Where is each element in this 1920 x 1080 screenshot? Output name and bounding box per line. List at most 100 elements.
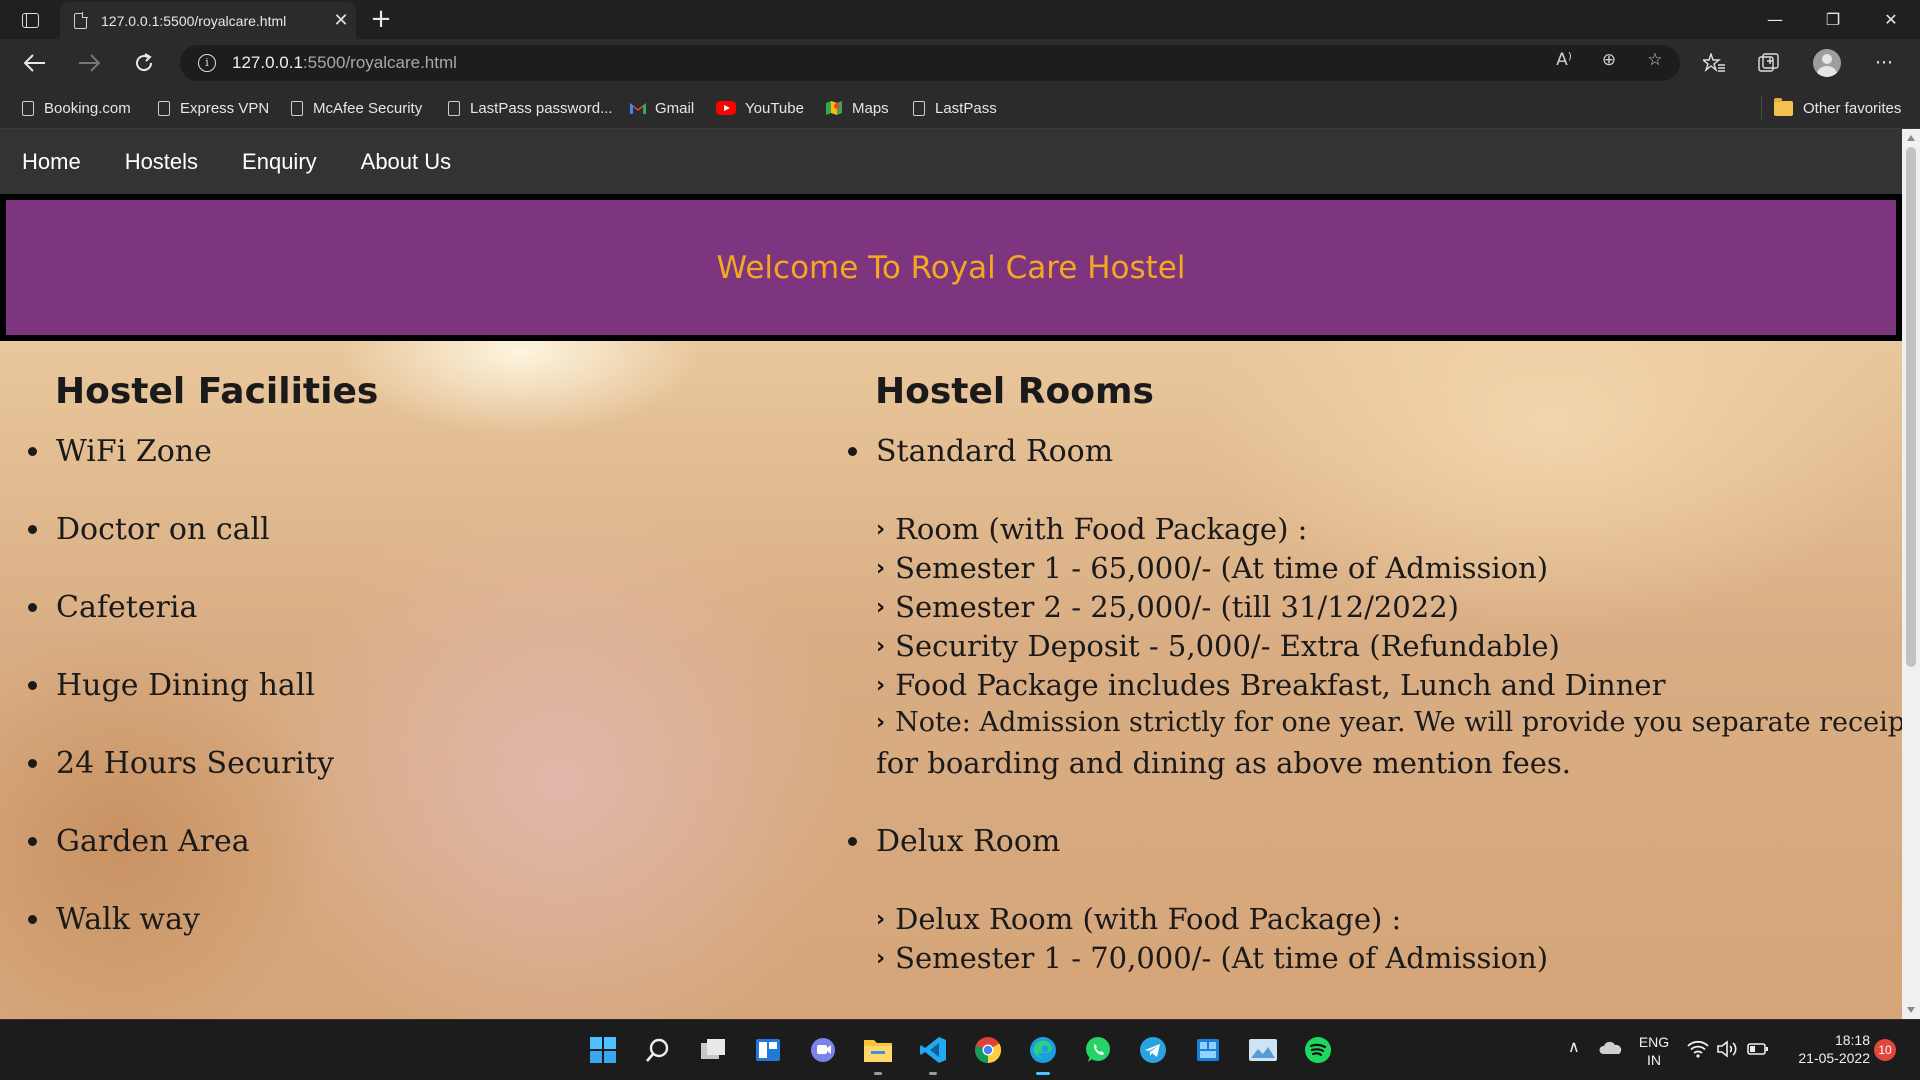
favorites-icon[interactable] [1696,47,1732,79]
language-indicator[interactable]: ENG IN [1636,1033,1672,1069]
language-label: ENG [1638,1034,1670,1050]
page-viewport: Home Hostels Enquiry About Us Welcome To… [0,129,1902,1019]
favorite-label: Maps [852,99,889,117]
site-info-icon[interactable]: i [198,54,216,72]
onedrive-icon[interactable] [1598,1036,1622,1060]
room-type-label: Standard Room [876,434,1114,469]
new-tab-button[interactable]: + [366,4,396,34]
facility-label: WiFi Zone [56,434,212,469]
room-detail-text: Semester 2 - 25,000/- (till 31/12/2022) [895,590,1459,624]
room-detail-text: Note: Admission strictly for one year. W… [895,707,1902,738]
browser-tab[interactable]: 127.0.0.1:5500/royalcare.html ✕ [60,2,356,39]
favorite-label: Express VPN [180,99,270,117]
settings-more-icon[interactable]: ··· [1866,47,1902,79]
room-detail: › Delux Room (with Food Package) : [876,902,1401,936]
room-detail-text: Food Package includes Breakfast, Lunch a… [895,668,1666,702]
back-arrow-icon[interactable] [17,46,53,80]
maps-icon [825,99,843,117]
chrome-icon[interactable] [972,1034,1004,1066]
vscode-icon[interactable] [917,1034,949,1075]
content-section: Hostel Facilities WiFi Zone Doctor on ca… [0,341,1902,1019]
facility-item: Cafeteria [28,590,197,625]
scroll-down-icon[interactable] [1907,1007,1915,1013]
rooms-heading: Hostel Rooms [875,371,1154,412]
facility-label: Garden Area [56,824,250,859]
restore-button[interactable]: ❐ [1804,0,1862,39]
close-window-button[interactable]: ✕ [1862,0,1920,39]
facility-label: 24 Hours Security [56,746,334,781]
rooms-column: Hostel Rooms Standard Room › Room (with F… [820,341,1902,1019]
chevron-right-icon: › [876,672,886,698]
favorite-label: YouTube [745,99,804,117]
collections-icon[interactable] [1751,47,1787,79]
room-type-delux: Delux Room [848,824,1060,859]
task-view-icon[interactable] [697,1034,729,1066]
favorite-label: Gmail [655,99,695,117]
wifi-icon[interactable] [1686,1038,1710,1060]
address-host: 127.0.0.1 [232,53,303,72]
telegram-icon[interactable] [1137,1034,1169,1066]
date-label: 21-05-2022 [1798,1050,1870,1066]
favorite-lastpass-password[interactable]: LastPass password... [448,97,613,119]
refresh-icon[interactable] [126,46,162,80]
favorite-express-vpn[interactable]: Express VPN [158,97,269,119]
favorite-youtube[interactable]: YouTube [716,97,804,119]
close-tab-icon[interactable]: ✕ [326,10,356,31]
minimize-button[interactable]: — [1746,0,1804,39]
nav-link-enquiry[interactable]: Enquiry [242,149,317,175]
taskbar: ∧ ENG IN 18:18 21-05-2022 [0,1019,1920,1080]
favorite-mcafee[interactable]: McAfee Security [291,97,422,119]
room-detail: › Semester 2 - 25,000/- (till 31/12/2022) [876,590,1459,624]
address-bar[interactable]: i 127.0.0.1:5500/royalcare.html [180,45,1680,81]
address-path: :5500/royalcare.html [302,53,457,72]
favorite-gmail[interactable]: Gmail [629,97,694,119]
page-scrollbar[interactable] [1902,129,1920,1019]
tab-title: 127.0.0.1:5500/royalcare.html [101,12,287,29]
room-detail: › Food Package includes Breakfast, Lunch … [876,668,1665,702]
file-explorer-icon[interactable] [862,1034,894,1075]
read-aloud-icon[interactable]: A⁾ [1550,50,1578,70]
volume-icon[interactable] [1716,1038,1740,1060]
search-icon[interactable] [642,1034,674,1066]
store-app-icon[interactable] [1192,1034,1224,1066]
room-detail: › Room (with Food Package) : [876,512,1307,546]
profile-avatar[interactable] [1809,47,1845,79]
nav-link-hostels[interactable]: Hostels [125,149,198,175]
whatsapp-icon[interactable] [1082,1034,1114,1066]
facility-item: WiFi Zone [28,434,212,469]
favorite-lastpass[interactable]: LastPass [913,97,997,119]
forward-arrow-icon[interactable] [71,46,107,80]
facility-label: Huge Dining hall [56,668,315,703]
spotify-icon[interactable] [1302,1034,1334,1066]
nav-link-about-us[interactable]: About Us [361,149,452,175]
page-icon [913,100,925,116]
notification-badge[interactable]: 10 [1874,1039,1896,1061]
room-detail-text: Semester 1 - 70,000/- (At time of Admiss… [895,941,1549,975]
chevron-right-icon: › [876,594,886,620]
show-hidden-icons-icon[interactable]: ∧ [1568,1039,1580,1057]
add-favorite-icon[interactable]: ☆ [1641,50,1669,70]
windows-start-icon[interactable] [587,1034,619,1066]
other-favorites-folder[interactable]: Other favorites [1774,97,1901,119]
widgets-icon[interactable] [752,1034,784,1066]
page-icon [74,12,88,29]
favorite-label: LastPass [935,99,997,117]
teams-chat-icon[interactable] [807,1034,839,1066]
zoom-icon[interactable]: ⊕ [1595,50,1623,70]
facilities-column: Hostel Facilities WiFi Zone Doctor on ca… [0,341,800,1019]
facility-item: Garden Area [28,824,250,859]
clock[interactable]: 18:18 21-05-2022 [1780,1031,1870,1067]
photos-icon[interactable] [1247,1034,1279,1066]
page-icon [448,100,460,116]
chevron-right-icon: › [876,906,886,932]
page-icon [291,100,303,116]
tab-actions-icon[interactable] [16,8,44,32]
scrollbar-thumb[interactable] [1906,147,1916,667]
nav-link-home[interactable]: Home [22,149,81,175]
other-favorites-label: Other favorites [1803,99,1902,117]
favorite-maps[interactable]: Maps [825,97,889,119]
battery-icon[interactable] [1746,1038,1770,1060]
scroll-up-icon[interactable] [1907,135,1915,141]
edge-icon[interactable] [1021,1028,1065,1075]
favorite-booking[interactable]: Booking.com [22,97,131,119]
